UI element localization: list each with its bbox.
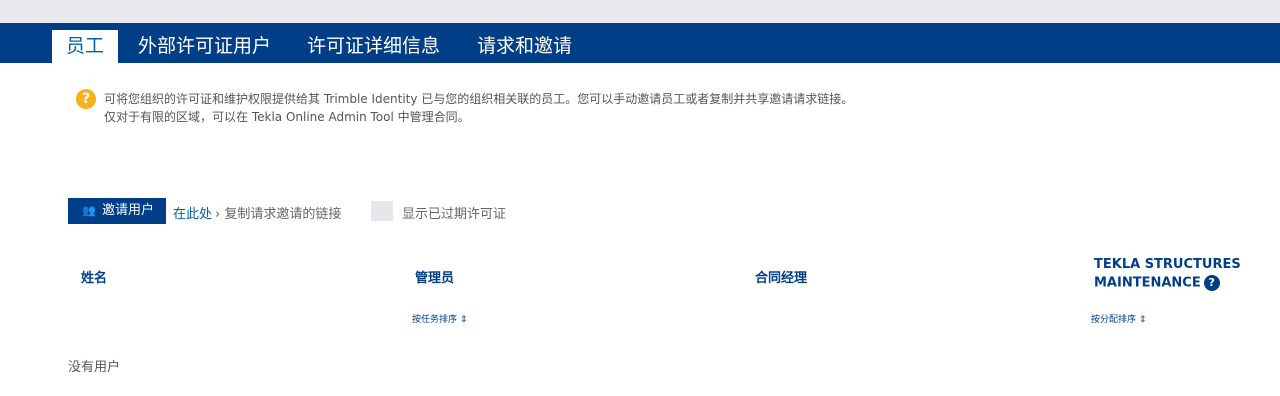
help-icon[interactable]: ?: [1203, 275, 1220, 291]
empty-state-text: 没有用户: [68, 360, 121, 375]
show-expired-checkbox[interactable]: [371, 201, 393, 221]
column-header-tekla-structures: TEKLA STRUCTURES: [1094, 257, 1241, 272]
browser-top-strip: [0, 0, 1280, 23]
info-text-line-1: 可将您组织的许可证和维护权限提供给其 Trimble Identity 已与您的…: [104, 92, 854, 106]
tab-license-details[interactable]: 许可证详细信息: [307, 30, 440, 63]
sort-by-assignment-link[interactable]: 按分配排序 ⇕: [1091, 312, 1146, 325]
column-header-admin: 管理员: [415, 271, 455, 286]
sort-by-role-link[interactable]: 按任务排序 ⇕: [412, 312, 467, 325]
here-link[interactable]: 在此处: [173, 203, 212, 222]
question-icon: ?: [76, 89, 96, 109]
copy-invite-link[interactable]: › 复制请求邀请的链接: [215, 203, 341, 222]
tab-external-license-users[interactable]: 外部许可证用户: [138, 30, 271, 63]
tab-employees[interactable]: 员工: [52, 30, 119, 63]
users-icon: 👥: [82, 204, 96, 217]
info-text-line-2: 仅对于有限的区域，可以在 Tekla Online Admin Tool 中管理…: [104, 110, 470, 124]
show-expired-label: 显示已过期许可证: [402, 207, 507, 222]
invite-user-button[interactable]: 👥 邀请用户: [68, 198, 166, 224]
tab-requests-invitations[interactable]: 请求和邀请: [477, 30, 572, 63]
column-header-name: 姓名: [81, 271, 108, 286]
maintenance-label: MAINTENANCE: [1094, 275, 1201, 291]
column-header-maintenance: MAINTENANCE?: [1094, 275, 1220, 291]
invite-user-label: 邀请用户: [102, 203, 155, 218]
column-header-contract-manager: 合同经理: [755, 271, 808, 286]
